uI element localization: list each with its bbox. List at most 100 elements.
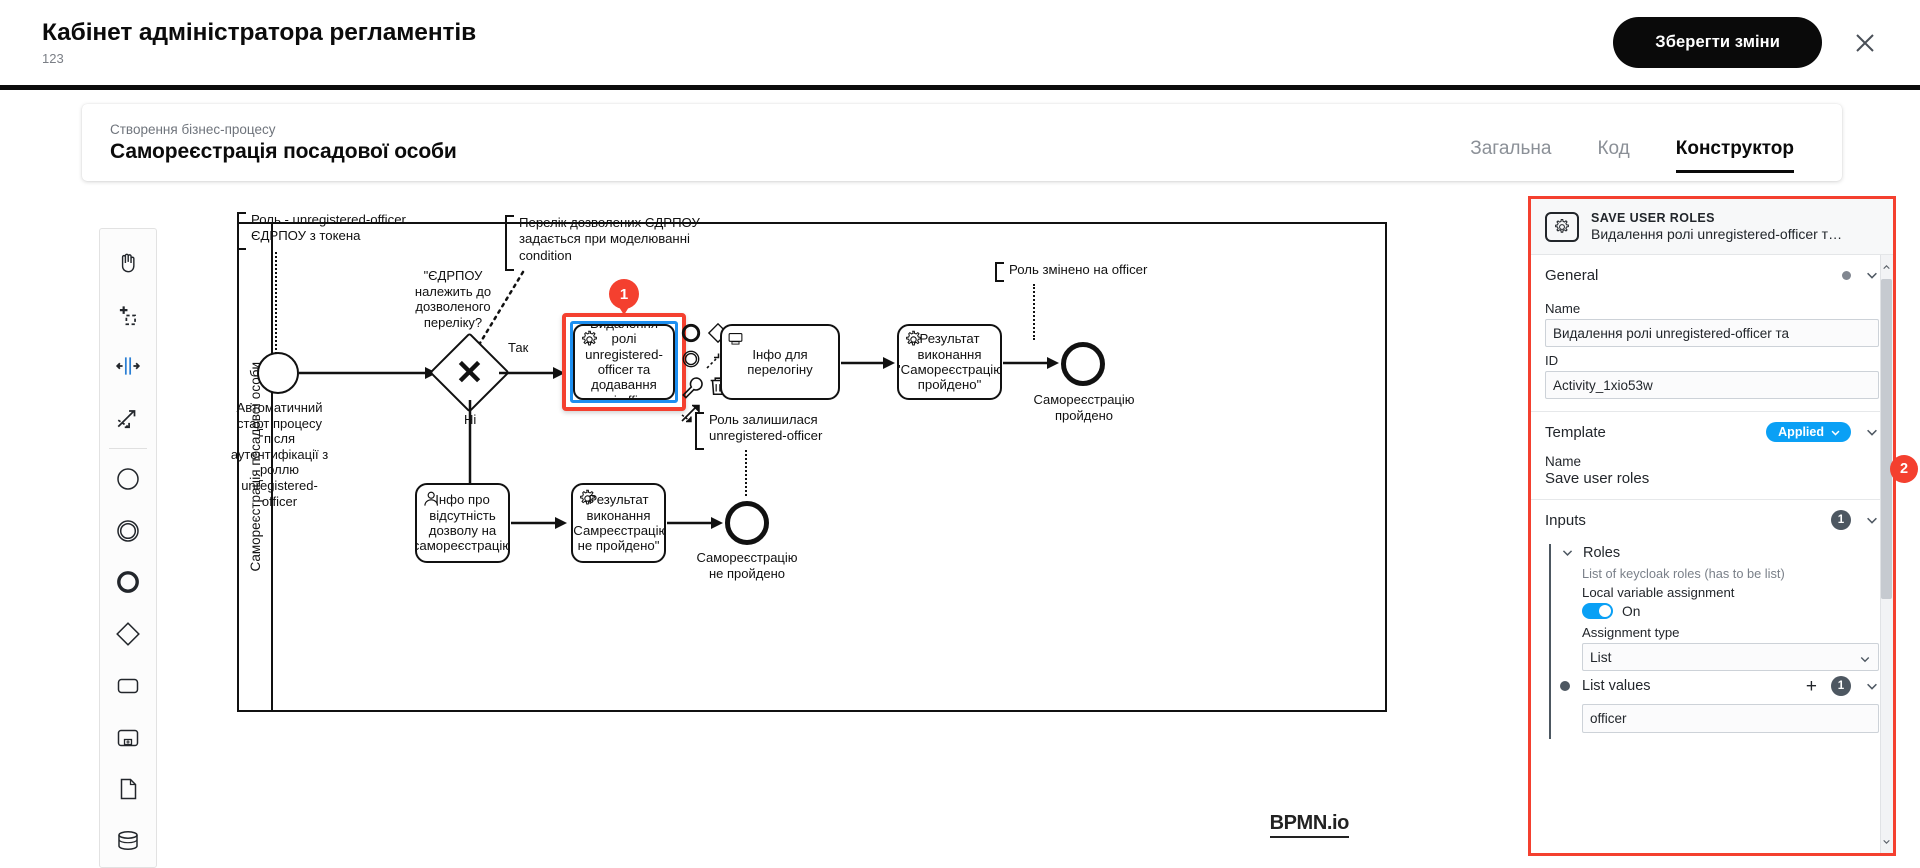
task-label: Інфо для перелогіну [747,346,813,377]
task-save-user-roles[interactable]: Видалення ролі unregistered-officer та д… [573,324,675,400]
append-intermediate-event-icon[interactable] [680,348,704,372]
local-variable-assignment-toggle[interactable] [1582,603,1613,619]
template-applied-badge[interactable]: Applied [1766,422,1851,442]
add-list-value-button[interactable]: + [1806,677,1817,696]
element-name-subtitle: Видалення ролі unregistered-officer т… [1591,226,1843,242]
task-result-failed[interactable]: Результат виконання "Самреєстрацію не пр… [571,483,666,563]
dirty-dot-icon [1842,270,1851,280]
annotation-role-remained[interactable]: Роль залишилася unregistered-officer [695,412,875,450]
group-inputs: Inputs 1 Roles List of keycloak roles (h… [1531,500,1893,745]
tab-code[interactable]: Код [1597,138,1629,173]
group-general-header[interactable]: General [1545,255,1879,295]
list-values-bullet-icon [1560,681,1570,691]
annotation-bracket [995,262,1004,282]
annotation-connector-1 [275,252,277,358]
service-task-gear-icon [582,330,597,346]
group-general: General Name ID [1531,255,1893,412]
chevron-down-icon[interactable] [1865,679,1879,693]
assignment-type-select-wrap: List [1582,643,1879,671]
close-icon[interactable] [1848,26,1882,60]
annotation-connector-3 [1033,284,1035,340]
id-field-label: ID [1545,353,1559,368]
annotation-role-changed[interactable]: Роль змінено на officer [995,262,1165,282]
group-template: Template Applied Name Save user roles [1531,412,1893,500]
chevron-down-icon[interactable] [1865,268,1879,282]
connect-tool-icon[interactable] [103,392,153,444]
chevron-down-icon[interactable] [1865,425,1879,439]
list-values-header[interactable]: List values + 1 [1560,671,1879,701]
end-event-passed[interactable] [1061,342,1105,386]
annotation-role-unregistered[interactable]: Роль - unregistered-officer ЄДРПОУ з ток… [237,212,452,250]
inputs-count-badge: 1 [1831,510,1851,530]
list-values-label: List values [1582,678,1651,694]
gateway-question-label: "ЄДРПОУ належить до дозволеного переліку… [414,268,492,330]
annotation-bracket [237,212,246,250]
properties-scrollbar[interactable] [1880,255,1893,853]
wrench-icon[interactable] [680,375,704,399]
bpmn-canvas[interactable]: Самореєстрація посадової особи Роль - un… [175,200,1475,868]
chevron-down-icon[interactable] [1865,513,1879,527]
hand-tool-icon[interactable] [103,237,153,289]
service-task-gear-icon [1545,211,1579,242]
group-template-title: Template [1545,423,1606,441]
annotation-text: Перелік дозволених ЄДРПОУ задається при … [519,215,700,263]
start-event-icon[interactable] [103,453,153,505]
lasso-tool-icon[interactable] [103,289,153,341]
roles-entry-header[interactable]: Roles [1561,540,1879,566]
list-values-controls: + 1 [1806,676,1879,696]
step-marker-2: 2 [1890,455,1918,483]
group-template-header[interactable]: Template Applied [1545,412,1879,452]
data-store-icon[interactable] [103,815,153,867]
flow-relogin-to-result [841,357,895,369]
chevron-down-icon[interactable] [1561,546,1575,560]
properties-scroll-area[interactable]: General Name ID Template Applied [1531,255,1893,853]
scrollbar-thumb[interactable] [1881,279,1892,599]
roles-entry-title: Roles [1583,545,1621,561]
tab-bar: Загальна Код Конструктор [1470,104,1794,181]
bpmn-io-logo[interactable]: BPMN.io [1269,812,1349,838]
end-event-icon[interactable] [103,557,153,609]
end-event-passed-caption: Самореєстрацію пройдено [1033,392,1135,423]
assignment-type-select[interactable]: List [1582,643,1879,671]
subprocess-icon[interactable] [103,712,153,764]
tab-constructor[interactable]: Конструктор [1675,138,1794,173]
flow-label-yes: Так [508,340,529,355]
append-end-event-icon[interactable] [680,322,704,346]
scroll-down-icon[interactable] [1881,831,1892,851]
breadcrumb: Створення бізнес-процесу [110,121,276,137]
group-inputs-header[interactable]: Inputs 1 [1545,500,1879,540]
space-tool-icon[interactable] [103,341,153,393]
local-variable-assignment-state: On [1622,603,1641,619]
start-event[interactable] [257,352,299,394]
intermediate-event-icon[interactable] [103,505,153,557]
scroll-up-icon[interactable] [1881,257,1892,277]
task-icon[interactable] [103,660,153,712]
app-header: Кабінет адміністратора регламентів 123 З… [0,0,1920,90]
task-result-passed[interactable]: Результат виконання "Самореєстрацію прой… [897,324,1002,400]
service-task-gear-icon [906,330,921,346]
exclusive-gateway[interactable]: ✕ [429,332,510,413]
service-task-gear-icon [580,489,595,505]
id-input[interactable] [1545,371,1879,399]
data-object-icon[interactable] [103,764,153,816]
process-info: Створення бізнес-процесу Самореєстрація … [110,121,457,165]
process-card: Створення бізнес-процесу Самореєстрація … [82,104,1842,181]
palette-divider [109,448,147,449]
save-changes-button[interactable]: Зберегти зміни [1613,17,1822,68]
annotation-edrpou-list[interactable]: Перелік дозволених ЄДРПОУ задається при … [505,215,705,271]
local-variable-assignment-label: Local variable assignment [1582,585,1735,600]
name-input[interactable] [1545,319,1879,347]
flow-noperm-to-resultfail [511,517,567,529]
list-value-input-0[interactable] [1582,704,1879,733]
bpmn-palette [99,228,157,868]
annotation-text: Роль змінено на officer [1009,262,1148,277]
roles-entry-description: List of keycloak roles (has to be list) [1582,566,1785,581]
task-no-permission-info[interactable]: Інфо про відсутність дозволу на самореєс… [415,483,510,563]
process-name: Самореєстрація посадової особи [110,140,457,164]
annotation-bracket [505,215,514,271]
task-relogin-info[interactable]: Інфо для перелогіну [720,324,840,400]
tab-general[interactable]: Загальна [1470,138,1551,173]
end-event-failed[interactable] [725,501,769,545]
properties-panel: SAVE USER ROLES Видалення ролі unregiste… [1528,196,1896,856]
gateway-icon[interactable] [103,608,153,660]
